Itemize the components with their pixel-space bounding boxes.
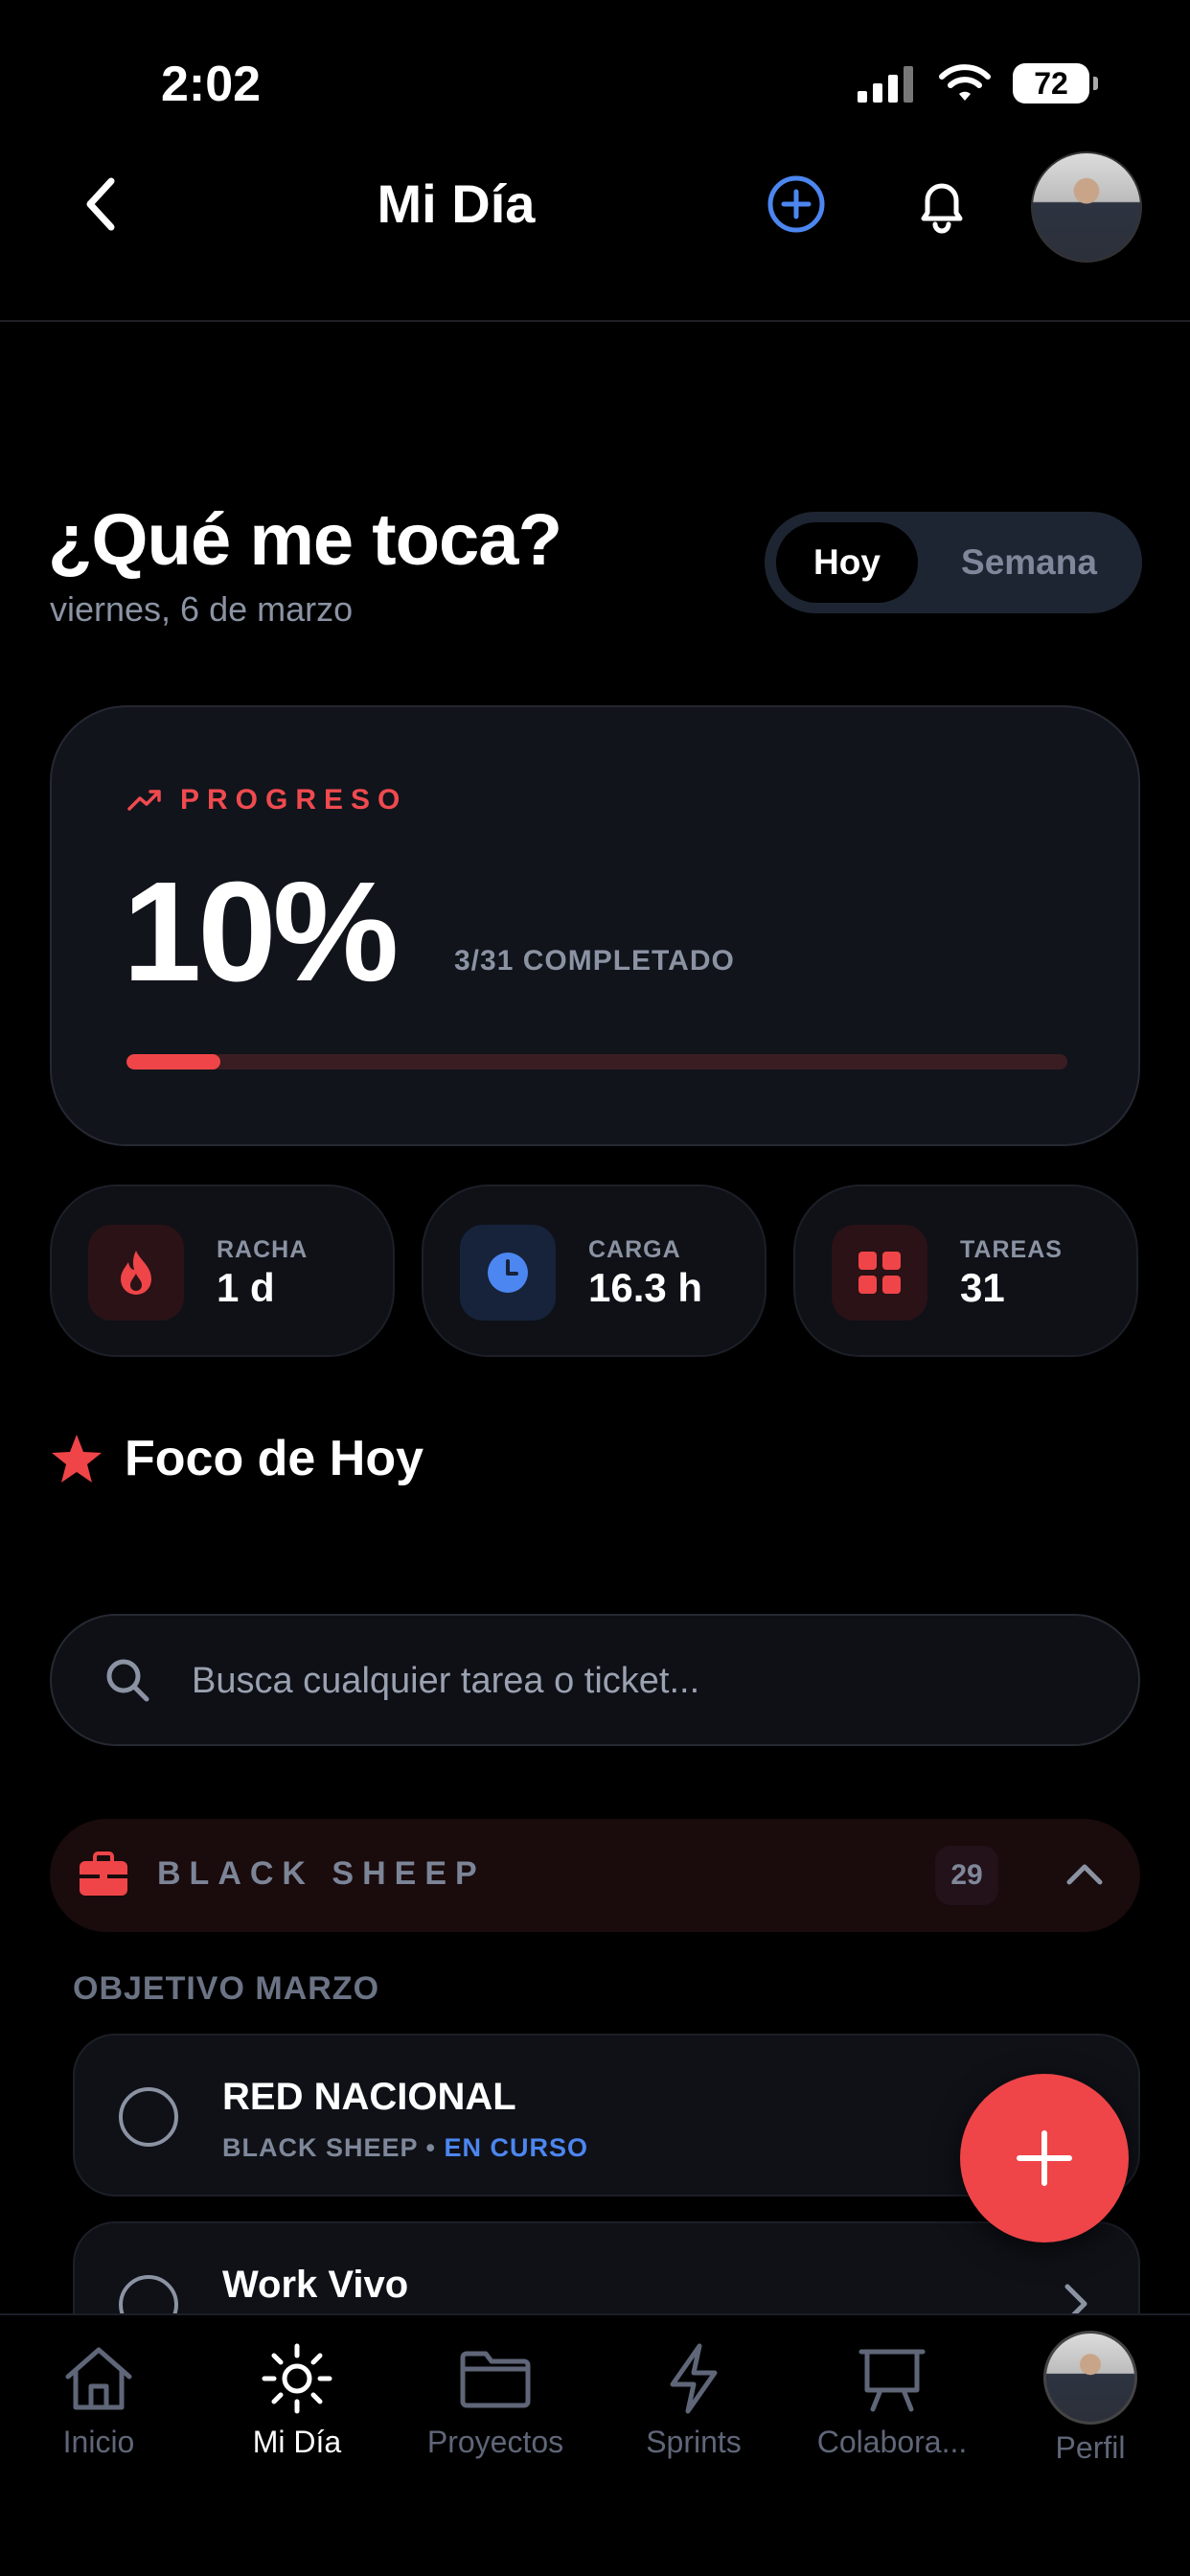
clock-icon [488,1253,528,1293]
segment-hoy[interactable]: Hoy [776,522,918,603]
add-button[interactable] [765,172,828,236]
briefcase-icon [80,1852,127,1896]
bottom-tab-bar: Inicio Mi Día Proyectos Sprints Colabora… [0,2313,1190,2576]
task-checkbox[interactable] [119,2087,178,2147]
progress-card: PROGRESO 10% 3/31 COMPLETADO [50,705,1140,1146]
task-title: RED NACIONAL [222,2076,516,2118]
group-name: BLACK SHEEP [157,1855,486,1892]
trending-up-icon [127,790,161,811]
stat-carga: CARGA 16.3 h [422,1184,767,1357]
chevron-up-icon[interactable] [1064,1853,1106,1896]
flame-icon [121,1251,151,1295]
sun-icon [257,2338,337,2419]
stat-value: 1 d [217,1265,275,1310]
tab-colabora[interactable]: Colabora... [793,2338,991,2460]
stat-label: CARGA [588,1236,681,1263]
presentation-icon [852,2338,932,2419]
objective-label: OBJETIVO MARZO [73,1970,380,2007]
tab-label: Perfil [1055,2430,1126,2465]
focus-section-header: Foco de Hoy [50,1430,423,1487]
task-status: EN CURSO [444,2133,589,2162]
progress-label: PROGRESO [180,784,408,816]
group-count-badge: 29 [935,1846,998,1905]
stat-label: RACHA [217,1236,309,1263]
app-header: Mi Día [0,144,1190,322]
tab-label: Proyectos [426,2425,564,2459]
progress-completed: 3/31 COMPLETADO [454,945,735,977]
group-header-black-sheep[interactable]: BLACK SHEEP 29 [50,1819,1140,1932]
current-date: viernes, 6 de marzo [50,589,354,629]
notifications-button[interactable] [910,172,973,236]
stat-icon-box [460,1225,556,1321]
tab-mi-dia[interactable]: Mi Día [198,2338,396,2460]
tab-sprints[interactable]: Sprints [595,2338,792,2460]
bell-icon [921,183,963,234]
tab-inicio[interactable]: Inicio [0,2338,197,2460]
tab-label: Sprints [646,2425,742,2459]
stat-value: 16.3 h [588,1265,703,1310]
search-input[interactable] [192,1650,1054,1712]
progress-bar-fill [126,1054,221,1070]
status-bar: 2:02 72 [0,0,1190,144]
profile-avatar[interactable] [1031,151,1142,263]
bolt-icon [653,2338,734,2419]
progress-bar [126,1054,1067,1070]
period-segmented-control: Hoy Semana [765,512,1142,613]
segment-semana[interactable]: Semana [933,522,1125,603]
progress-percent: 10% [123,853,399,1011]
section-heading: ¿Qué me toca? [48,499,562,581]
battery-indicator: 72 [1013,63,1098,104]
wifi-icon [939,64,991,101]
stat-icon-box [832,1225,927,1321]
star-icon [52,1435,102,1483]
tab-label: Inicio [62,2425,135,2459]
progress-header: PROGRESO [126,784,407,816]
stat-icon-box [88,1225,184,1321]
grid-icon [858,1252,901,1294]
tab-perfil[interactable]: Perfil [992,2331,1189,2466]
tab-label: Colabora... [816,2425,968,2459]
task-meta: BLACK SHEEP • EN CURSO [222,2133,588,2163]
avatar [1043,2331,1137,2425]
add-task-fab[interactable] [960,2074,1129,2242]
home-icon [58,2338,139,2419]
search-icon [106,1659,149,1702]
status-time: 2:02 [161,57,262,112]
focus-title: Foco de Hoy [125,1431,424,1486]
stat-tareas: TAREAS 31 [793,1184,1138,1357]
tab-label: Mi Día [252,2425,342,2459]
status-icons: 72 [858,63,1098,104]
stat-value: 31 [960,1265,1005,1310]
stat-racha: RACHA 1 d [50,1184,395,1357]
search-bar [50,1614,1140,1746]
task-project: BLACK SHEEP • [222,2133,445,2162]
tab-proyectos[interactable]: Proyectos [397,2338,594,2460]
folder-icon [455,2338,536,2419]
plus-icon [1017,2130,1072,2186]
stat-label: TAREAS [960,1236,1063,1263]
task-title: Work Vivo [222,2264,409,2306]
plus-circle-icon [767,175,825,233]
signal-icon [858,66,913,103]
